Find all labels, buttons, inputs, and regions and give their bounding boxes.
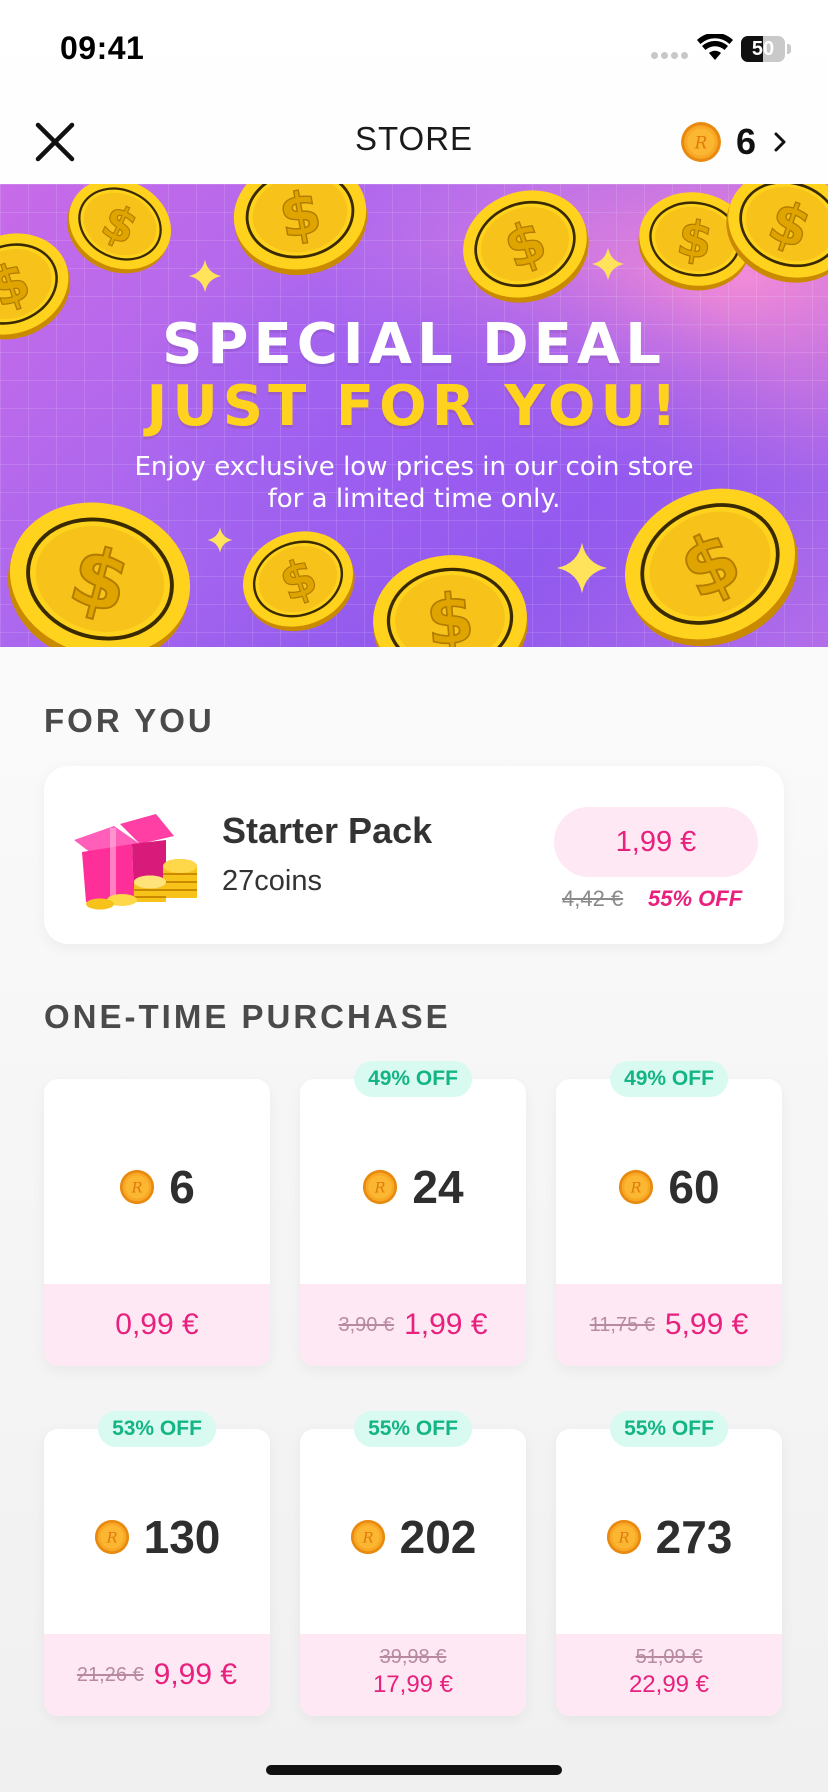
- starter-pack-buy-button[interactable]: 1,99 €: [554, 807, 758, 877]
- discount-badge: 49% OFF: [610, 1061, 728, 1097]
- discount-badge: 55% OFF: [354, 1411, 472, 1447]
- status-time: 09:41: [60, 30, 145, 66]
- coin-icon: [119, 1169, 155, 1205]
- coin-pack-tile[interactable]: 49% OFF 60 11,75 € 5,99 €: [556, 1061, 782, 1366]
- coin-pack-price: 22,99 €: [628, 1671, 710, 1698]
- coin-pack-price: 17,99 €: [372, 1671, 454, 1698]
- gift-box-icon: [74, 814, 197, 910]
- coin-balance: 6: [736, 121, 757, 162]
- banner-title: SPECIAL DEAL: [162, 312, 666, 377]
- store-header: STORE 6: [0, 100, 828, 184]
- one-time-purchase-heading: ONE-TIME PURCHASE: [44, 998, 451, 1035]
- battery-level: 50: [751, 38, 775, 60]
- starter-pack-coins: 27coins: [222, 865, 322, 897]
- banner-subtitle-line: for a limited time only.: [267, 484, 561, 514]
- coin-pack-tile[interactable]: 49% OFF 24 3,90 € 1,99 €: [300, 1061, 526, 1366]
- banner-subtitle-line: Enjoy exclusive low prices in our coin s…: [134, 452, 694, 482]
- coin-pack-amount: 24: [412, 1161, 464, 1213]
- starter-pack-old-price: 4,42 €: [562, 886, 624, 911]
- discount-badge: 49% OFF: [354, 1061, 472, 1097]
- coin-icon: [680, 121, 722, 163]
- status-bar: 09:41 50: [0, 0, 828, 100]
- coin-balance-button[interactable]: 6: [680, 115, 788, 169]
- coin-pack-old-price: 11,75 €: [589, 1313, 655, 1336]
- banner-title-highlight: JUST FOR YOU!: [146, 374, 682, 439]
- coin-pack-amount: 60: [668, 1161, 720, 1213]
- starter-pack-discount: 55% OFF: [648, 886, 743, 911]
- coin-pack-price: 9,99 €: [153, 1658, 238, 1691]
- coin-pack-tile[interactable]: 6 0,99 €: [44, 1079, 270, 1366]
- coin-pack-tile[interactable]: 55% OFF 273 51,09 € 22,99 €: [556, 1411, 782, 1716]
- coin-icon: [606, 1519, 642, 1555]
- coin-pack-price: 5,99 €: [664, 1308, 749, 1341]
- coin-pack-amount: 202: [399, 1511, 477, 1563]
- coin-pack-old-price: 51,09 €: [635, 1646, 703, 1668]
- for-you-heading: FOR YOU: [44, 702, 215, 739]
- coin-icon: [618, 1169, 654, 1205]
- coin-pack-price: 0,99 €: [115, 1308, 199, 1341]
- coin-pack-old-price: 21,26 €: [76, 1663, 144, 1686]
- coin-pack-amount: 273: [655, 1511, 733, 1563]
- home-indicator: [266, 1765, 562, 1775]
- battery-icon: 50: [741, 36, 791, 62]
- coin-pack-amount: 6: [169, 1161, 195, 1213]
- coin-pack-tile[interactable]: 53% OFF 130 21,26 € 9,99 €: [44, 1411, 270, 1716]
- special-deal-banner[interactable]: $ SPECIAL DEAL JUST FOR YOU! Enjoy exclu…: [0, 184, 828, 647]
- discount-badge: 55% OFF: [610, 1411, 728, 1447]
- coin-icon: [94, 1519, 130, 1555]
- discount-badge: 53% OFF: [98, 1411, 216, 1447]
- chevron-right-icon: [774, 132, 786, 152]
- cellular-signal-icon: [651, 52, 688, 59]
- coin-pack-amount: 130: [143, 1511, 221, 1563]
- coin-icon: [362, 1169, 398, 1205]
- starter-pack-card[interactable]: Starter Pack 27coins 1,99 € 4,42 € 55% O…: [44, 766, 784, 944]
- close-icon[interactable]: [30, 117, 80, 167]
- starter-pack-name: Starter Pack: [222, 810, 433, 851]
- coin-pack-price: 1,99 €: [404, 1308, 488, 1341]
- coin-pack-old-price: 3,90 €: [338, 1313, 395, 1336]
- banner-subtitle: Enjoy exclusive low prices in our coin s…: [0, 451, 828, 515]
- wifi-icon: [697, 34, 733, 60]
- coin-pack-tile[interactable]: 55% OFF 202 39,98 € 17,99 €: [300, 1411, 526, 1716]
- coin-icon: [350, 1519, 386, 1555]
- coin-pack-old-price: 39,98 €: [379, 1646, 447, 1668]
